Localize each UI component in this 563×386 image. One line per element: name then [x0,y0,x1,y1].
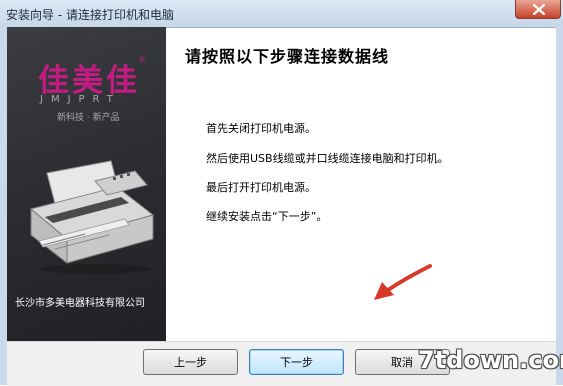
close-icon [532,4,546,15]
title-bar: 安装向导 - 请连接打印机和电脑 [0,0,563,28]
brand-english-name: JMJPRT [40,94,121,105]
step-text: 最后打开打印机电源。 [206,181,316,194]
watermark: 7tdown.com [418,346,563,374]
next-button[interactable]: 下一步 [249,349,344,375]
page-heading: 请按照以下步骤连接数据线 [185,47,390,66]
branding-panel: 佳美佳 ® JMJPRT 新科技 · 新产品 长沙市多美电器科技有限公司 [7,27,166,341]
window-frame-left [0,27,7,385]
window-frame-right [556,27,563,385]
step-text: 继续安装点击“下一步”。 [206,210,328,223]
window-title: 安装向导 - 请连接打印机和电脑 [6,8,174,22]
registered-mark: ® [138,55,146,64]
step-text: 首先关闭打印机电源。 [206,122,316,135]
company-name: 长沙市多美电器科技有限公司 [15,298,145,309]
red-arrow-icon [374,264,432,300]
back-button[interactable]: 上一步 [143,349,238,375]
step-text: 然后使用USB线缆或并口线缆连接电脑和打印机。 [206,152,449,165]
printer-image [29,160,155,274]
close-button[interactable] [515,0,561,19]
brand-slogan: 新科技 · 新产品 [57,113,120,123]
